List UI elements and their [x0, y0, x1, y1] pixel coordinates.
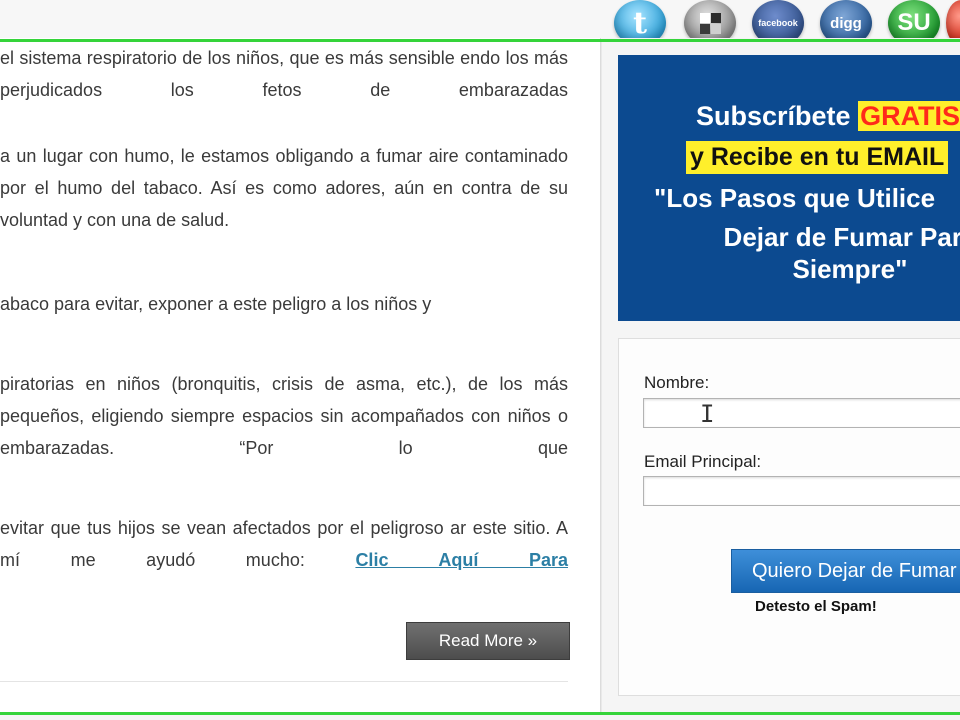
promo-line-4a: Dejar de Fumar Para [723, 222, 960, 252]
promo-line-1-prefix: Subscríbete [696, 101, 859, 131]
top-bar [0, 0, 960, 40]
promo-line-1: Subscríbete GRATIS [618, 101, 960, 132]
stumbleupon-icon-text: SU [897, 9, 931, 36]
promo-banner: Subscríbete GRATIS y Recibe en tu EMAIL … [618, 55, 960, 321]
email-input[interactable] [643, 476, 960, 506]
bottom-strip [0, 715, 960, 720]
facebook-icon-text: facebook [758, 18, 798, 28]
green-guide-line-top [0, 39, 960, 42]
digg-icon-text: digg [830, 14, 862, 32]
article-paragraph-1: el sistema respiratorio de los niños, qu… [0, 48, 568, 100]
article-paragraph-2: a un lugar con humo, le estamos obligand… [0, 146, 568, 230]
submit-button[interactable]: Quiero Dejar de Fumar [731, 549, 960, 593]
promo-line-4b: Siempre" [792, 254, 908, 284]
divider [0, 681, 568, 682]
text-cursor-icon: I [700, 400, 715, 428]
cta-link[interactable]: Clic Aquí Para [355, 550, 568, 570]
name-input[interactable] [643, 398, 960, 428]
promo-gratis-highlight: GRATIS [858, 101, 960, 131]
spam-note: Detesto el Spam! [755, 598, 877, 615]
article-paragraph-4: piratorias en niños (bronquitis, crisis … [0, 374, 568, 458]
promo-line-3: "Los Pasos que Utilice [654, 183, 936, 213]
promo-line-2: y Recibe en tu EMAIL [686, 141, 949, 174]
article-paragraph-3: abaco para evitar, exponer a este peligr… [0, 294, 432, 314]
delicious-glyph [699, 12, 721, 34]
article-paragraph-5: evitar que tus hijos se vean afectados p… [0, 512, 568, 576]
name-label: Nombre: [644, 373, 710, 392]
promo-line-4: Dejar de Fumar Para Siempre" [700, 221, 960, 285]
twitter-glyph: t [633, 5, 647, 41]
read-more-button[interactable]: Read More » [406, 622, 570, 660]
article-content: el sistema respiratorio de los niños, qu… [0, 38, 601, 713]
email-label: Email Principal: [644, 452, 762, 471]
